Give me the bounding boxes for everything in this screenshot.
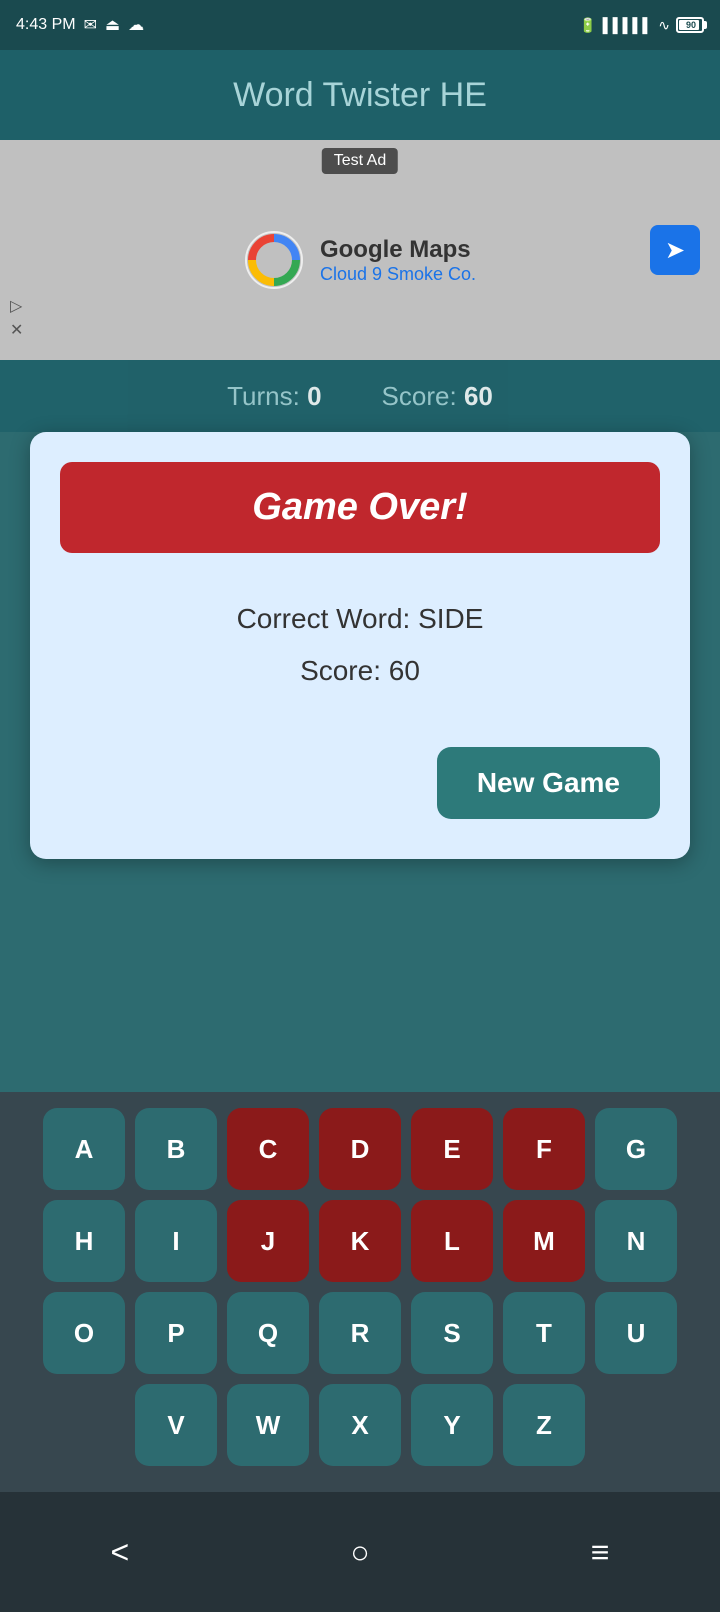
ad-banner[interactable]: Test Ad Google Maps Cloud 9 Smoke Co. ➤ …	[0, 140, 720, 360]
new-game-button[interactable]: New Game	[437, 747, 660, 819]
key-n[interactable]: N	[595, 1200, 677, 1282]
vibrate-icon: 🔋	[579, 17, 596, 34]
correct-word-display: Correct Word: SIDE	[60, 603, 660, 635]
key-y[interactable]: Y	[411, 1384, 493, 1466]
cloud-icon: ☁	[128, 15, 144, 35]
key-s[interactable]: S	[411, 1292, 493, 1374]
ad-label: Test Ad	[322, 148, 398, 174]
ad-close-icons: ▷ ✕	[10, 296, 23, 340]
key-d[interactable]: D	[319, 1108, 401, 1190]
score-bar: Turns: 0 Score: 60	[0, 360, 720, 432]
key-l[interactable]: L	[411, 1200, 493, 1282]
key-p[interactable]: P	[135, 1292, 217, 1374]
game-over-modal: Game Over! Correct Word: SIDE Score: 60 …	[30, 432, 690, 859]
app-title: Word Twister HE	[233, 76, 487, 115]
key-b[interactable]: B	[135, 1108, 217, 1190]
ad-text-block: Google Maps Cloud 9 Smoke Co.	[320, 236, 476, 285]
ad-arrow-icon[interactable]: ➤	[650, 225, 700, 275]
keyboard-row: VWXYZ	[8, 1384, 712, 1466]
key-g[interactable]: G	[595, 1108, 677, 1190]
home-button[interactable]: ○	[350, 1534, 369, 1571]
key-k[interactable]: K	[319, 1200, 401, 1282]
final-score-display: Score: 60	[60, 655, 660, 687]
back-button[interactable]: <	[111, 1534, 130, 1571]
key-w[interactable]: W	[227, 1384, 309, 1466]
keyboard-row: OPQRSTU	[8, 1292, 712, 1374]
signal-icon: ▌▌▌▌▌	[603, 17, 653, 33]
status-bar: 4:43 PM ✉ ⏏ ☁ 🔋 ▌▌▌▌▌ ∿ 90	[0, 0, 720, 50]
nav-bar: < ○ ≡	[0, 1492, 720, 1612]
turns-display: Turns: 0	[227, 381, 321, 412]
status-right: 🔋 ▌▌▌▌▌ ∿ 90	[579, 17, 704, 34]
ad-play-icon: ▷	[10, 296, 23, 316]
game-over-title: Game Over!	[60, 462, 660, 553]
usb-icon: ⏏	[105, 15, 120, 35]
app-title-bar: Word Twister HE	[0, 50, 720, 140]
keyboard-row: HIJKLMN	[8, 1200, 712, 1282]
ad-advertiser-sub: Cloud 9 Smoke Co.	[320, 264, 476, 285]
key-q[interactable]: Q	[227, 1292, 309, 1374]
whatsapp-icon: ✉	[84, 15, 97, 35]
key-j[interactable]: J	[227, 1200, 309, 1282]
key-r[interactable]: R	[319, 1292, 401, 1374]
google-logo-icon	[244, 230, 304, 290]
key-m[interactable]: M	[503, 1200, 585, 1282]
key-a[interactable]: A	[43, 1108, 125, 1190]
key-e[interactable]: E	[411, 1108, 493, 1190]
time-display: 4:43 PM	[16, 16, 76, 34]
key-v[interactable]: V	[135, 1384, 217, 1466]
battery-level: 90	[679, 20, 703, 30]
wifi-icon: ∿	[658, 17, 670, 34]
key-f[interactable]: F	[503, 1108, 585, 1190]
score-display: Score: 60	[382, 381, 493, 412]
key-h[interactable]: H	[43, 1200, 125, 1282]
key-z[interactable]: Z	[503, 1384, 585, 1466]
keyboard-row: ABCDEFG	[8, 1108, 712, 1190]
ad-content: Google Maps Cloud 9 Smoke Co.	[244, 230, 476, 290]
ad-advertiser-name: Google Maps	[320, 236, 476, 264]
key-c[interactable]: C	[227, 1108, 309, 1190]
key-o[interactable]: O	[43, 1292, 125, 1374]
key-i[interactable]: I	[135, 1200, 217, 1282]
key-u[interactable]: U	[595, 1292, 677, 1374]
ad-close-icon[interactable]: ✕	[10, 320, 23, 340]
key-t[interactable]: T	[503, 1292, 585, 1374]
key-x[interactable]: X	[319, 1384, 401, 1466]
status-left: 4:43 PM ✉ ⏏ ☁	[16, 15, 144, 35]
keyboard: ABCDEFG HIJKLMN OPQRSTU VWXYZ	[0, 1092, 720, 1492]
battery-icon: 90	[676, 17, 704, 33]
menu-button[interactable]: ≡	[591, 1534, 610, 1571]
